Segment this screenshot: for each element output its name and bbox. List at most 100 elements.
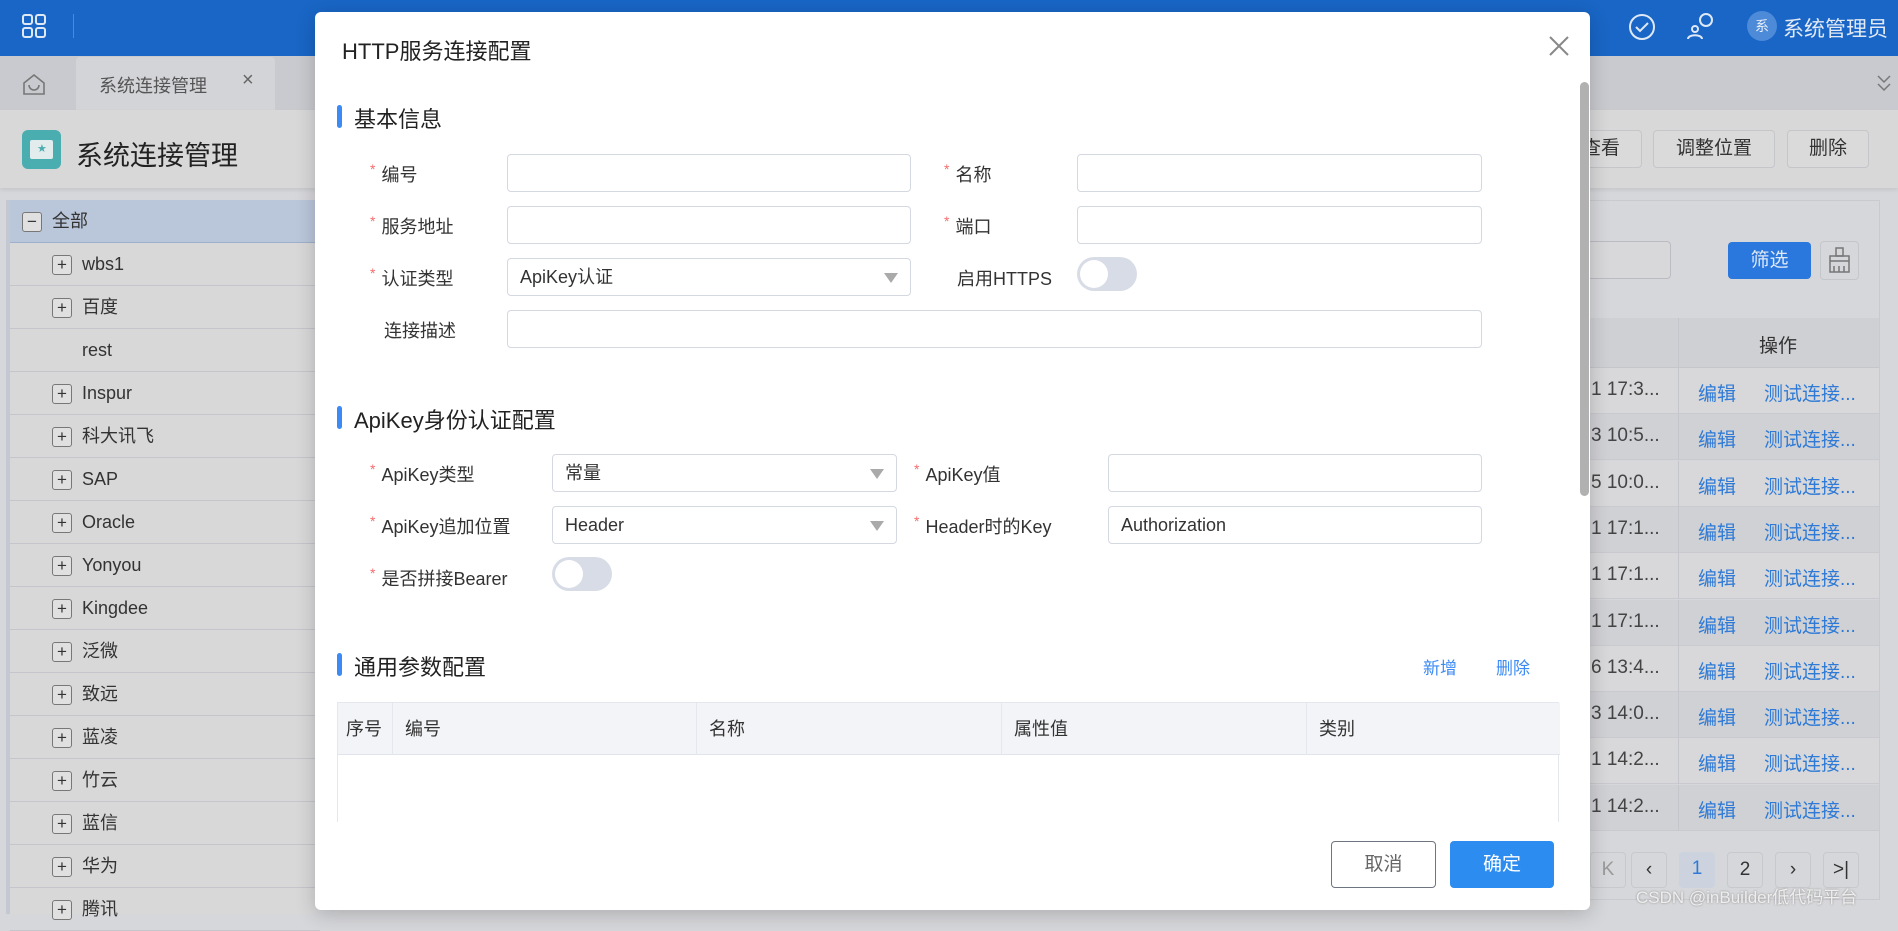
address-label: * 服务地址 [370,213,454,237]
chevron-double-down-icon[interactable] [1876,74,1892,94]
scrollbar[interactable] [1580,82,1589,496]
address-input[interactable] [507,206,911,244]
port-input[interactable] [1077,206,1482,244]
http-connection-dialog: HTTP服务连接配置 基本信息 * 编号 * 名称 * 服务地址 * 端口 * 认证类型 … [315,12,1590,910]
tree-item[interactable]: + 华为 [10,845,320,888]
name-input[interactable] [1077,154,1482,192]
edit-link[interactable]: 编辑 [1698,703,1736,730]
test-connection-link[interactable]: 测试连接... [1764,518,1856,545]
tree-item[interactable]: + 泛微 [10,630,320,673]
expand-icon[interactable]: + [52,255,72,275]
edit-link[interactable]: 编辑 [1698,518,1736,545]
tree-item[interactable]: + 竹云 [10,759,320,802]
divider [73,14,74,38]
test-connection-link[interactable]: 测试连接... [1764,379,1856,406]
expand-icon[interactable]: + [52,513,72,533]
expand-icon[interactable]: + [52,298,72,318]
test-connection-link[interactable]: 测试连接... [1764,703,1856,730]
tree-item[interactable]: + 科大讯飞 [10,415,320,458]
tree-item-label: 竹云 [82,770,118,790]
test-connection-link[interactable]: 测试连接... [1764,611,1856,638]
edit-link[interactable]: 编辑 [1698,564,1736,591]
test-connection-link[interactable]: 测试连接... [1764,472,1856,499]
tree-item-label: 腾讯 [82,899,118,919]
edit-link[interactable]: 编辑 [1698,472,1736,499]
edit-link[interactable]: 编辑 [1698,379,1736,406]
check-circle-icon[interactable] [1628,13,1656,41]
tree-item-label: 百度 [82,297,118,317]
expand-icon[interactable]: + [52,642,72,662]
expand-icon[interactable]: + [52,599,72,619]
expand-icon[interactable]: + [52,771,72,791]
first-page-button[interactable]: K [1590,852,1626,888]
tree-item[interactable]: + SAP [10,458,320,501]
tree-item[interactable]: rest [10,329,320,372]
expand-icon[interactable]: + [52,857,72,877]
broom-icon[interactable] [1820,241,1859,280]
tab-system-connection[interactable]: 系统连接管理 × [76,57,275,110]
tree-item[interactable]: + 致远 [10,673,320,716]
time-cell: 3 14:0... [1591,703,1660,725]
expand-icon[interactable]: + [52,728,72,748]
watermark: CSDN @inBuilder低代码平台 [1636,888,1858,907]
tree-item[interactable]: + Kingdee [10,587,320,630]
apikey-type-select[interactable]: 常量 [552,454,897,492]
filter-button[interactable]: 筛选 [1728,242,1811,279]
avatar[interactable]: 系 [1747,11,1777,41]
collapse-icon[interactable]: − [22,212,42,232]
time-cell: 6 13:4... [1591,656,1660,678]
https-toggle[interactable] [1077,257,1137,291]
apikey-position-select[interactable]: Header [552,506,897,544]
expand-icon[interactable]: + [52,470,72,490]
tree-item-label: 蓝凌 [82,727,118,747]
desc-input[interactable] [507,310,1482,348]
expand-icon[interactable]: + [52,900,72,920]
tree-item[interactable]: + wbs1 [10,243,320,286]
close-tab-icon[interactable]: × [242,69,254,92]
close-icon[interactable] [1548,35,1570,57]
apikey-position-label: * ApiKey追加位置 [370,513,511,537]
bearer-toggle[interactable] [552,557,612,591]
apikey-value-label: * ApiKey值 [914,461,1001,485]
edit-link[interactable]: 编辑 [1698,796,1736,823]
adjust-position-button[interactable]: 调整位置 [1653,130,1775,168]
test-connection-link[interactable]: 测试连接... [1764,657,1856,684]
test-connection-link[interactable]: 测试连接... [1764,425,1856,452]
user-name[interactable]: 系统管理员 [1783,13,1888,43]
expand-icon[interactable]: + [52,384,72,404]
chat-user-icon[interactable] [1686,12,1716,40]
apikey-value-input[interactable] [1108,454,1482,492]
test-connection-link[interactable]: 测试连接... [1764,564,1856,591]
test-connection-link[interactable]: 测试连接... [1764,749,1856,776]
cancel-button[interactable]: 取消 [1331,841,1436,888]
tree-item[interactable]: + 腾讯 [10,888,320,931]
tree-item[interactable]: + Yonyou [10,544,320,587]
tree-item[interactable]: + Inspur [10,372,320,415]
expand-icon[interactable]: + [52,427,72,447]
col-name: 名称 [697,703,1002,755]
code-input[interactable] [507,154,911,192]
auth-type-select[interactable]: ApiKey认证 [507,258,911,296]
delete-param-link[interactable]: 删除 [1496,654,1530,679]
edit-link[interactable]: 编辑 [1698,425,1736,452]
tree-item[interactable]: + Oracle [10,501,320,544]
expand-icon[interactable]: + [52,814,72,834]
delete-button[interactable]: 删除 [1787,130,1869,168]
apps-grid-icon[interactable] [22,14,46,38]
tree-item[interactable]: + 蓝信 [10,802,320,845]
expand-icon[interactable]: + [52,556,72,576]
name-label: * 名称 [944,161,992,185]
tree-item[interactable]: − 全部 [10,200,320,243]
confirm-button[interactable]: 确定 [1450,841,1554,888]
home-icon[interactable] [22,73,46,95]
edit-link[interactable]: 编辑 [1698,611,1736,638]
tree-item[interactable]: + 蓝凌 [10,716,320,759]
expand-icon[interactable]: + [52,685,72,705]
section-basic-info: 基本信息 [336,102,442,134]
edit-link[interactable]: 编辑 [1698,657,1736,684]
test-connection-link[interactable]: 测试连接... [1764,796,1856,823]
header-key-input[interactable]: Authorization [1108,506,1482,544]
tree-item[interactable]: + 百度 [10,286,320,329]
edit-link[interactable]: 编辑 [1698,749,1736,776]
add-param-link[interactable]: 新增 [1423,654,1457,679]
